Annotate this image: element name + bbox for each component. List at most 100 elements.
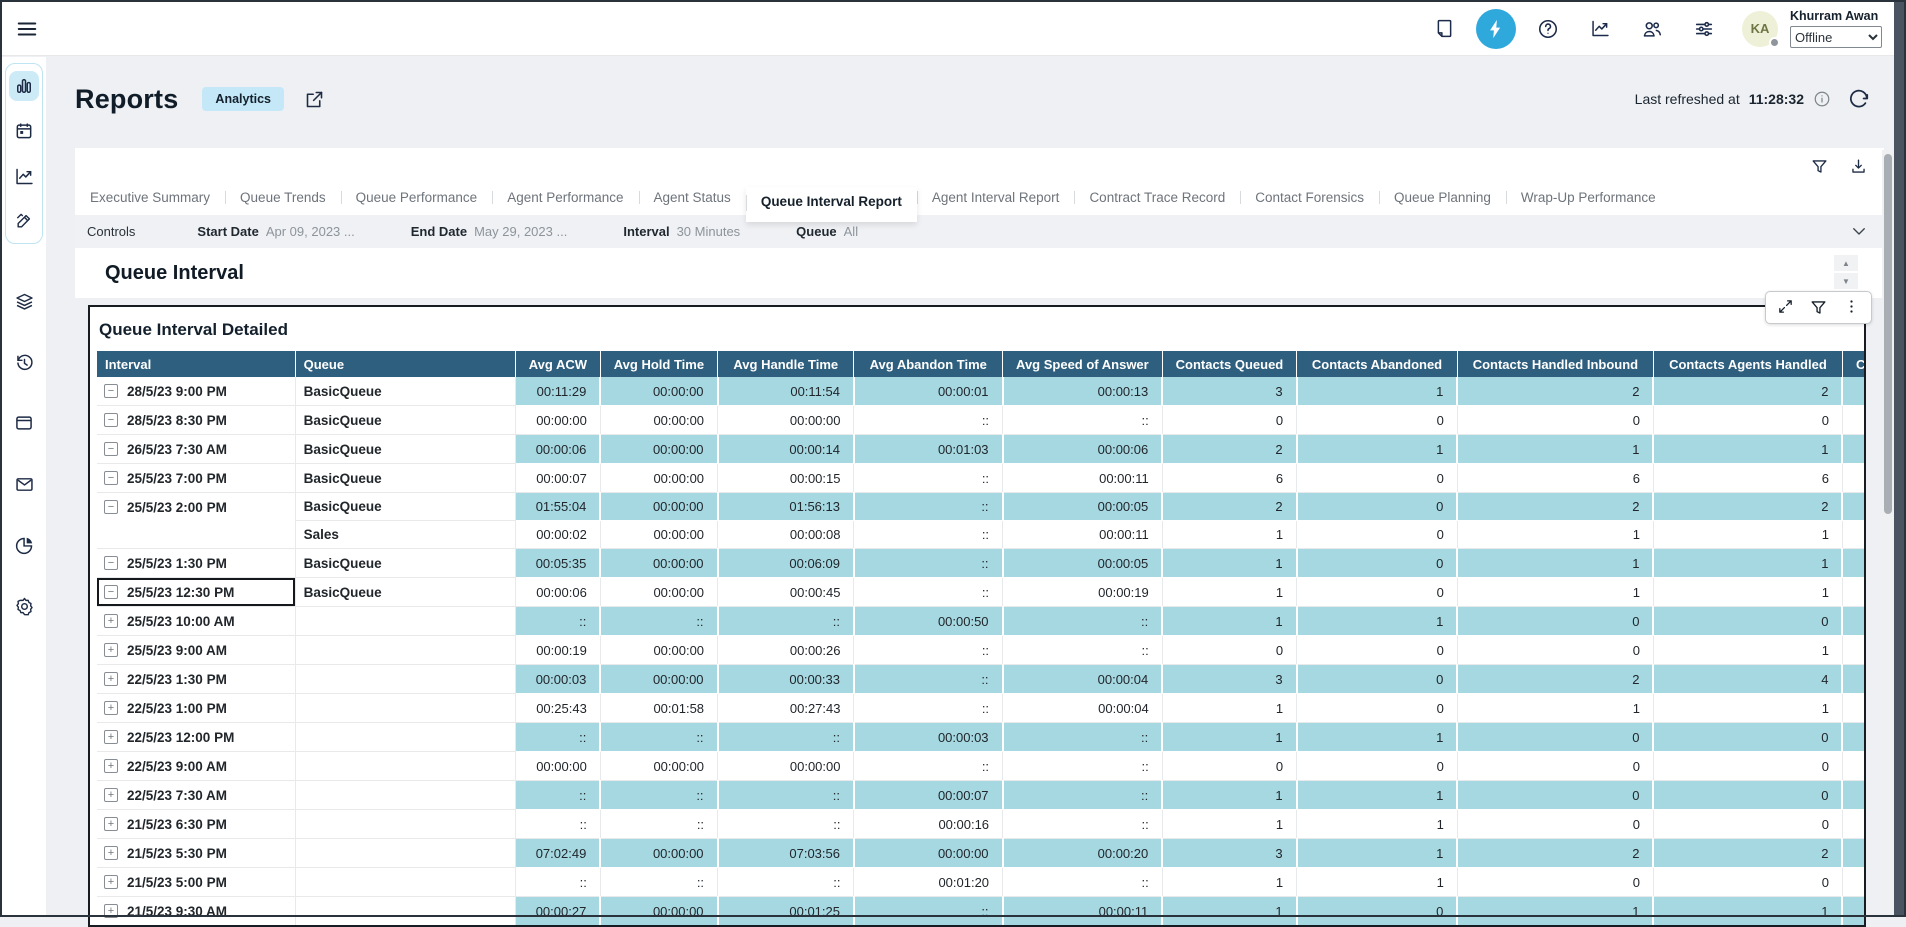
value-cell[interactable]: 00:00:16 (854, 810, 1003, 839)
value-cell[interactable]: 1 (1162, 781, 1296, 810)
value-cell[interactable]: 1 (1162, 897, 1296, 926)
value-cell[interactable]: 2 (1457, 493, 1653, 521)
sliders-icon[interactable] (1684, 9, 1724, 49)
value-cell[interactable]: :: (854, 665, 1003, 694)
value-cell-clipped[interactable] (1842, 521, 1866, 549)
value-cell[interactable]: 0 (1297, 694, 1458, 723)
value-cell[interactable]: :: (600, 607, 717, 636)
value-cell[interactable]: 4 (1653, 665, 1842, 694)
value-cell[interactable]: 1 (1653, 636, 1842, 665)
control-interval[interactable]: Interval30 Minutes (623, 224, 740, 239)
value-cell[interactable]: 0 (1162, 636, 1296, 665)
queue-cell[interactable] (295, 752, 515, 781)
value-cell[interactable]: 0 (1297, 464, 1458, 493)
value-cell[interactable]: 2 (1653, 377, 1842, 406)
value-cell[interactable]: 1 (1653, 694, 1842, 723)
line-chart-icon[interactable] (1580, 9, 1620, 49)
value-cell[interactable]: :: (600, 810, 717, 839)
value-cell-clipped[interactable] (1842, 435, 1866, 464)
value-cell[interactable]: 6 (1653, 464, 1842, 493)
queue-cell[interactable]: Sales (295, 521, 515, 549)
value-cell[interactable]: 1 (1457, 549, 1653, 578)
sidebar-item-mail-icon[interactable] (9, 469, 39, 499)
value-cell[interactable]: :: (1003, 781, 1163, 810)
value-cell[interactable]: 00:00:06 (1003, 435, 1163, 464)
avatar[interactable]: KA (1742, 11, 1778, 47)
sidebar-item-pie-chart-icon[interactable] (9, 530, 39, 560)
value-cell[interactable]: :: (1003, 636, 1163, 665)
value-cell[interactable]: 1 (1457, 435, 1653, 464)
value-cell[interactable]: 00:05:35 (515, 549, 600, 578)
value-cell[interactable]: 0 (1457, 723, 1653, 752)
queue-cell[interactable] (295, 607, 515, 636)
value-cell[interactable]: :: (854, 897, 1003, 926)
interval-cell[interactable]: −25/5/23 2:00 PM (97, 493, 295, 549)
expand-row-icon[interactable]: + (104, 846, 118, 860)
lightning-icon[interactable] (1476, 9, 1516, 49)
value-cell[interactable]: 1 (1162, 521, 1296, 549)
value-cell[interactable]: 0 (1653, 810, 1842, 839)
interval-cell[interactable]: +25/5/23 9:00 AM (97, 636, 295, 665)
column-header-contacts-handled-inbound[interactable]: Contacts Handled Inbound (1457, 351, 1653, 377)
interval-cell[interactable]: +25/5/23 10:00 AM (97, 607, 295, 636)
value-cell[interactable]: 00:00:00 (515, 406, 600, 435)
value-cell[interactable]: 1 (1297, 868, 1458, 897)
value-cell[interactable]: 00:11:29 (515, 377, 600, 406)
value-cell[interactable]: :: (600, 781, 717, 810)
value-cell[interactable]: 00:00:11 (1003, 521, 1163, 549)
interval-cell[interactable]: +21/5/23 9:30 AM (97, 897, 295, 926)
value-cell-clipped[interactable] (1842, 636, 1866, 665)
value-cell[interactable]: 0 (1297, 752, 1458, 781)
value-cell[interactable]: 1 (1162, 578, 1296, 607)
value-cell[interactable]: :: (1003, 607, 1163, 636)
value-cell-clipped[interactable] (1842, 377, 1866, 406)
value-cell[interactable]: :: (854, 521, 1003, 549)
collapse-row-icon[interactable]: − (104, 384, 118, 398)
value-cell[interactable]: 00:01:03 (854, 435, 1003, 464)
value-cell[interactable]: :: (515, 781, 600, 810)
queue-cell[interactable]: BasicQueue (295, 406, 515, 435)
value-cell[interactable]: 00:00:00 (600, 377, 717, 406)
value-cell-clipped[interactable] (1842, 752, 1866, 781)
value-cell[interactable]: 0 (1653, 752, 1842, 781)
value-cell[interactable]: 1 (1162, 549, 1296, 578)
expand-row-icon[interactable]: + (104, 904, 118, 918)
value-cell[interactable]: :: (854, 406, 1003, 435)
value-cell[interactable]: 00:00:00 (600, 493, 717, 521)
value-cell[interactable]: 00:00:04 (1003, 694, 1163, 723)
value-cell[interactable]: 00:11:54 (718, 377, 854, 406)
value-cell[interactable]: :: (1003, 723, 1163, 752)
value-cell[interactable]: 00:00:00 (600, 406, 717, 435)
value-cell[interactable]: :: (854, 493, 1003, 521)
value-cell-clipped[interactable] (1842, 781, 1866, 810)
value-cell[interactable]: 6 (1457, 464, 1653, 493)
note-icon[interactable] (1424, 9, 1464, 49)
value-cell[interactable]: 1 (1297, 839, 1458, 868)
value-cell[interactable]: 00:00:03 (515, 665, 600, 694)
interval-cell[interactable]: +22/5/23 12:00 PM (97, 723, 295, 752)
value-cell[interactable]: 0 (1297, 897, 1458, 926)
visual-filter-icon[interactable] (1809, 298, 1828, 317)
sidebar-item-layers-icon[interactable] (9, 286, 39, 316)
sidebar-item-calendar-icon[interactable] (9, 116, 39, 146)
column-header-interval[interactable]: Interval (97, 351, 295, 377)
value-cell[interactable]: 00:00:06 (515, 578, 600, 607)
value-cell[interactable]: 3 (1162, 665, 1296, 694)
value-cell[interactable]: 00:00:00 (600, 464, 717, 493)
column-header-avg-handle-time[interactable]: Avg Handle Time (718, 351, 854, 377)
value-cell[interactable]: 0 (1162, 406, 1296, 435)
value-cell[interactable]: 2 (1653, 839, 1842, 868)
page-scrollbar-thumb[interactable] (1884, 154, 1892, 514)
value-cell[interactable]: 00:00:00 (600, 549, 717, 578)
tab-agent-performance[interactable]: Agent Performance (492, 183, 638, 215)
value-cell[interactable]: 1 (1162, 607, 1296, 636)
value-cell[interactable]: 0 (1457, 810, 1653, 839)
expand-row-icon[interactable]: + (104, 875, 118, 889)
value-cell[interactable]: :: (854, 464, 1003, 493)
value-cell[interactable]: 1 (1457, 694, 1653, 723)
value-cell[interactable]: 0 (1297, 549, 1458, 578)
value-cell[interactable]: 00:00:02 (515, 521, 600, 549)
value-cell[interactable]: 3 (1162, 377, 1296, 406)
value-cell[interactable]: 1 (1653, 897, 1842, 926)
value-cell-clipped[interactable] (1842, 493, 1866, 521)
